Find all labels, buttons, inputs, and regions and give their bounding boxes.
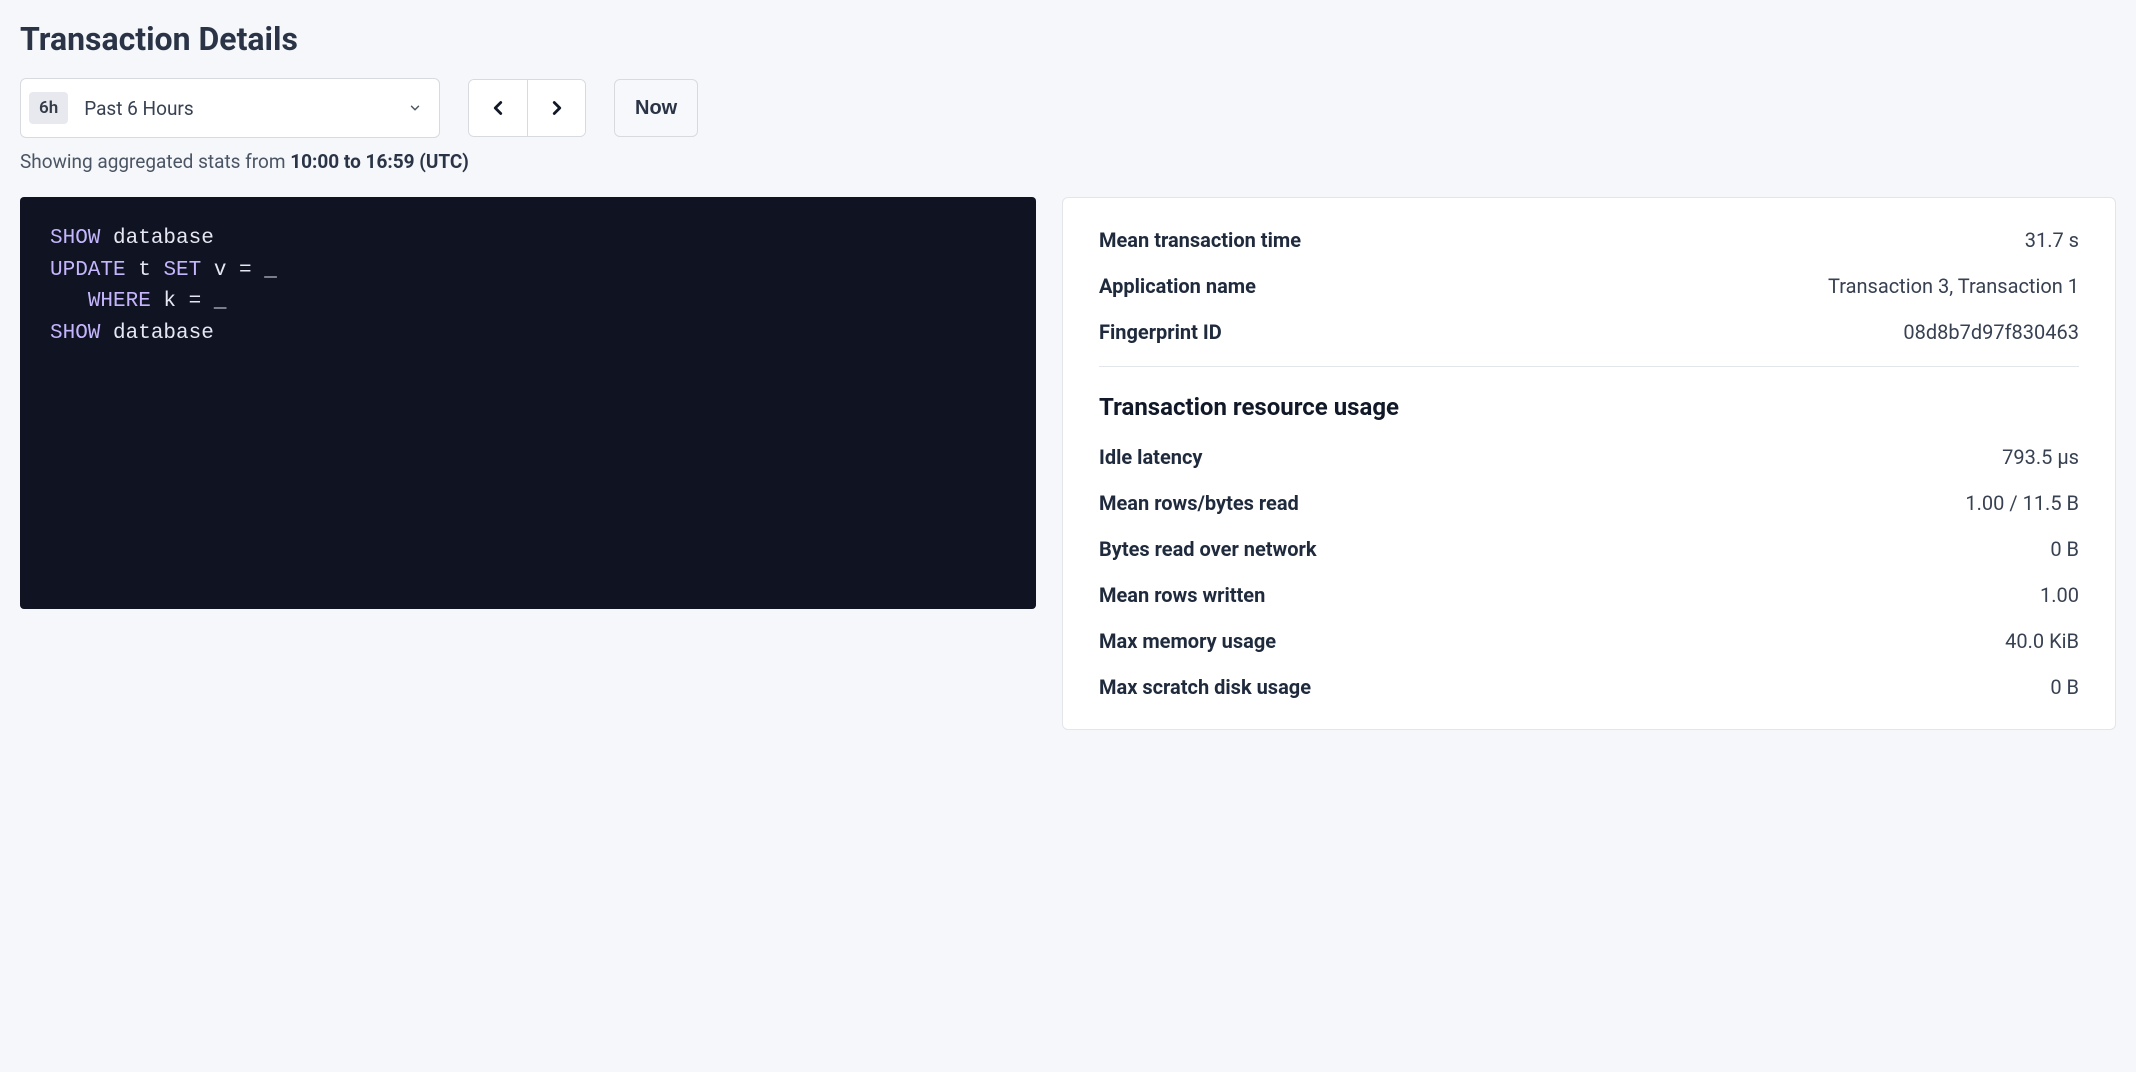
- kv-scratch-disk: Max scratch disk usage 0 B: [1099, 675, 2079, 699]
- kv-label: Idle latency: [1099, 445, 1202, 469]
- sql-text: v = _: [201, 259, 277, 282]
- time-range-select[interactable]: 6h Past 6 Hours: [20, 78, 440, 138]
- kv-label: Mean rows/bytes read: [1099, 491, 1299, 515]
- kv-label: Mean rows written: [1099, 583, 1265, 607]
- aggregated-stats-caption: Showing aggregated stats from 10:00 to 1…: [20, 150, 2116, 173]
- caption-range: 10:00 to 16:59 (UTC): [290, 150, 469, 173]
- sql-pad: [50, 290, 88, 313]
- page-title: Transaction Details: [20, 20, 2116, 58]
- prev-button[interactable]: [469, 80, 527, 136]
- sql-code-block: SHOW database UPDATE t SET v = _ WHERE k…: [20, 197, 1036, 609]
- kv-value: 31.7 s: [2025, 228, 2079, 252]
- sql-keyword: WHERE: [88, 290, 151, 313]
- sql-text: database: [100, 227, 213, 250]
- resource-usage-title: Transaction resource usage: [1099, 393, 2079, 421]
- time-range-label: Past 6 Hours: [84, 97, 407, 120]
- details-panel: Mean transaction time 31.7 s Application…: [1062, 197, 2116, 730]
- kv-bytes-network: Bytes read over network 0 B: [1099, 537, 2079, 561]
- kv-label: Mean transaction time: [1099, 228, 1301, 252]
- kv-value: 793.5 µs: [2002, 445, 2079, 469]
- kv-value: 1.00: [2040, 583, 2079, 607]
- kv-rows-written: Mean rows written 1.00: [1099, 583, 2079, 607]
- sql-keyword: SHOW: [50, 227, 100, 250]
- kv-max-memory: Max memory usage 40.0 KiB: [1099, 629, 2079, 653]
- kv-mean-transaction-time: Mean transaction time 31.7 s: [1099, 228, 2079, 252]
- chevron-left-icon: [487, 97, 509, 119]
- kv-idle-latency: Idle latency 793.5 µs: [1099, 445, 2079, 469]
- kv-label: Max scratch disk usage: [1099, 675, 1311, 699]
- kv-label: Bytes read over network: [1099, 537, 1317, 561]
- kv-application-name: Application name Transaction 3, Transact…: [1099, 274, 2079, 298]
- kv-value: 08d8b7d97f830463: [1903, 320, 2079, 344]
- kv-rows-bytes-read: Mean rows/bytes read 1.00 / 11.5 B: [1099, 491, 2079, 515]
- chevron-down-icon: [407, 100, 423, 116]
- sql-text: k = _: [151, 290, 227, 313]
- divider: [1099, 366, 2079, 367]
- time-nav-group: [468, 79, 586, 137]
- kv-value: Transaction 3, Transaction 1: [1828, 274, 2079, 298]
- sql-keyword: SHOW: [50, 322, 100, 345]
- caption-prefix: Showing aggregated stats from: [20, 150, 290, 173]
- chevron-right-icon: [546, 97, 568, 119]
- kv-label: Fingerprint ID: [1099, 320, 1222, 344]
- kv-label: Application name: [1099, 274, 1256, 298]
- kv-value: 0 B: [2050, 675, 2079, 699]
- content-area: SHOW database UPDATE t SET v = _ WHERE k…: [20, 197, 2116, 730]
- kv-fingerprint-id: Fingerprint ID 08d8b7d97f830463: [1099, 320, 2079, 344]
- kv-label: Max memory usage: [1099, 629, 1276, 653]
- toolbar: 6h Past 6 Hours Now: [20, 78, 2116, 138]
- sql-text: database: [100, 322, 213, 345]
- sql-keyword: UPDATE: [50, 259, 126, 282]
- sql-keyword: SET: [163, 259, 201, 282]
- now-button[interactable]: Now: [614, 79, 698, 137]
- time-range-badge: 6h: [29, 92, 68, 124]
- kv-value: 0 B: [2050, 537, 2079, 561]
- next-button[interactable]: [527, 80, 585, 136]
- kv-value: 40.0 KiB: [2005, 629, 2079, 653]
- kv-value: 1.00 / 11.5 B: [1965, 491, 2079, 515]
- sql-text: t: [126, 259, 164, 282]
